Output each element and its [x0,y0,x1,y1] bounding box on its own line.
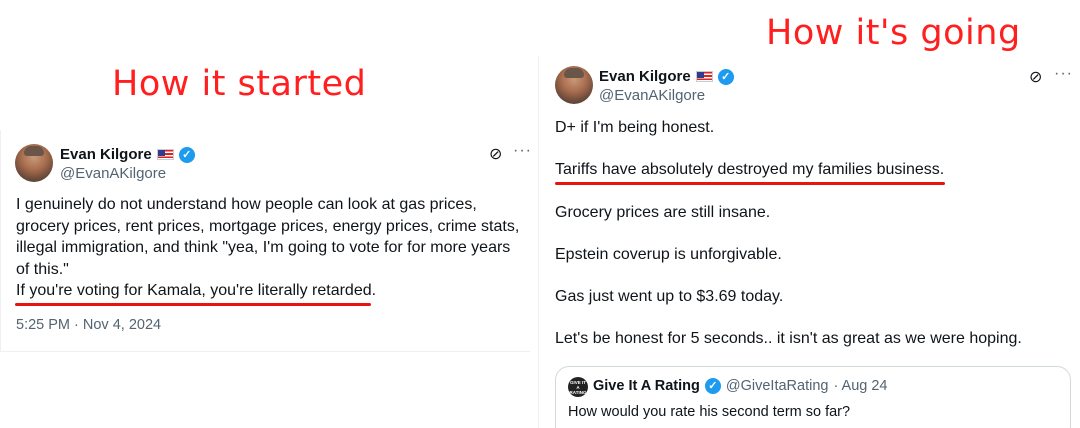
tweet-highlighted-line: If you're voting for Kamala, you're lite… [16,282,377,299]
author-row: Evan Kilgore ✓ [60,146,195,163]
us-flag-icon [695,71,713,82]
grok-icon[interactable]: ⊘ [489,144,502,164]
tweet-line-epstein: Epstein coverup is unforgivable. [555,246,782,263]
quoted-tweet[interactable]: GIVE IT A RATING Give It A Rating ✓ @Giv… [555,366,1071,428]
quoted-author-row: Give It A Rating ✓ @GiveItaRating · Aug … [593,378,887,394]
tweet-line-gas: Gas just went up to $3.69 today. [555,288,784,305]
quoted-date[interactable]: · Aug 24 [833,378,887,394]
quoted-author-name[interactable]: Give It A Rating [593,378,700,394]
tweet-line-honest: Let's be honest for 5 seconds.. it isn't… [555,330,1022,347]
red-underline [15,303,371,306]
more-options-icon[interactable]: ··· [1054,65,1073,83]
avatar[interactable] [15,144,53,182]
author-name[interactable]: Evan Kilgore [60,146,152,163]
tweet-right[interactable]: Evan Kilgore ✓ @EvanAKilgore ⊘ ··· D+ if… [538,56,1080,428]
verified-badge-icon[interactable]: ✓ [178,146,195,163]
tweet-timestamp[interactable]: 5:25 PM · Nov 4, 2024 [16,317,161,333]
author-name[interactable]: Evan Kilgore [599,68,691,85]
avatar[interactable] [555,66,593,104]
author-handle[interactable]: @EvanAKilgore [599,87,705,104]
author-row: Evan Kilgore ✓ [599,68,734,85]
verified-badge-icon[interactable]: ✓ [717,68,734,85]
tweet-left[interactable]: Evan Kilgore ✓ @EvanAKilgore ⊘ ··· I gen… [0,130,532,352]
quoted-text: How would you rate his second term so fa… [568,404,851,420]
caption-how-it-started: How it started [112,64,367,104]
red-underline [555,182,945,185]
quoted-author-handle[interactable]: @GiveItaRating [726,378,829,394]
verified-badge-icon: ✓ [704,378,721,394]
us-flag-icon [156,149,174,160]
caption-how-its-going: How it's going [766,13,1021,53]
tweet-line-grocery: Grocery prices are still insane. [555,204,771,221]
author-handle[interactable]: @EvanAKilgore [60,165,166,182]
quoted-avatar[interactable]: GIVE IT A RATING [568,377,588,397]
more-options-icon[interactable]: ··· [513,142,532,160]
tweet-line-tariffs: Tariffs have absolutely destroyed my fam… [555,161,945,178]
tweet-text: I genuinely do not understand how people… [16,196,520,278]
grok-icon[interactable]: ⊘ [1029,67,1042,87]
tweet-line-rating: D+ if I'm being honest. [555,119,715,136]
